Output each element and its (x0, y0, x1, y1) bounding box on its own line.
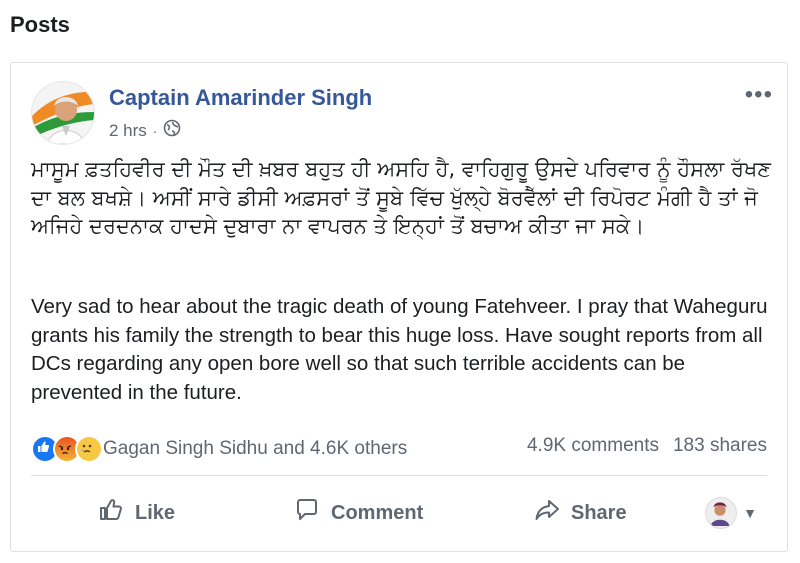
actions-divider (31, 475, 767, 476)
user-avatar (705, 497, 738, 529)
post-author[interactable]: Captain Amarinder Singh (109, 85, 372, 111)
meta-separator: · (152, 122, 158, 139)
post-time[interactable]: 2 hrs (109, 121, 147, 141)
comment-icon (293, 496, 321, 530)
post-meta: 2 hrs · (109, 119, 181, 142)
post-text-punjabi: ਮਾਸੂਮ ਫ਼ਤਹਿਵੀਰ ਦੀ ਮੌਤ ਦੀ ਖ਼ਬਰ ਬਹੁਤ ਹੀ ਅਸ… (31, 157, 771, 238)
shares-count[interactable]: 183 shares (673, 435, 767, 457)
reactions-summary[interactable]: Gagan Singh Sidhu and 4.6K others (31, 435, 407, 463)
reaction-icons (31, 435, 103, 463)
post-actions: Like Comment Share ▼ (31, 487, 767, 539)
share-button[interactable]: Share (533, 496, 627, 530)
globe-icon[interactable] (163, 119, 181, 142)
sad-reaction-icon (75, 435, 103, 463)
reactions-text[interactable]: Gagan Singh Sidhu and 4.6K others (103, 438, 407, 460)
more-options-button[interactable]: ••• (745, 83, 773, 107)
like-button[interactable]: Like (97, 496, 175, 530)
share-label: Share (571, 501, 627, 524)
post-text-english: Very sad to hear about the tragic death … (31, 295, 768, 404)
more-icon: ••• (744, 81, 773, 108)
section-title: Posts (10, 12, 70, 37)
engagement-counts: 4.9K comments 183 shares (527, 435, 767, 457)
thumbs-up-icon (97, 496, 125, 530)
react-as-selector[interactable]: ▼ (705, 497, 757, 529)
comments-count[interactable]: 4.9K comments (527, 435, 659, 457)
caret-down-icon: ▼ (743, 505, 757, 521)
comment-button[interactable]: Comment (293, 496, 423, 530)
author-avatar[interactable] (31, 81, 95, 145)
post-card: Captain Amarinder Singh 2 hrs · ••• ਮਾਸੂ… (10, 62, 788, 552)
avatar-image (32, 92, 94, 144)
like-label: Like (135, 501, 176, 524)
share-icon (533, 496, 561, 530)
comment-label: Comment (331, 501, 424, 524)
